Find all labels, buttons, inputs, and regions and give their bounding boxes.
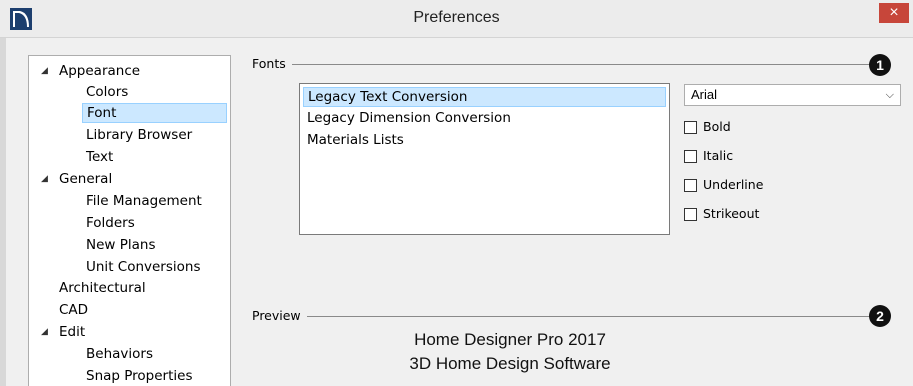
preview-line-2: 3D Home Design Software xyxy=(409,354,611,373)
bold-checkbox[interactable] xyxy=(684,121,697,134)
chevron-down-icon: ⌵ xyxy=(885,89,894,101)
fonts-group-line xyxy=(252,64,872,65)
italic-checkbox[interactable] xyxy=(684,150,697,163)
tree-item-edit[interactable]: Edit xyxy=(59,322,85,342)
expand-caret-icon[interactable]: ◢ xyxy=(41,174,48,184)
tree-item-snap-properties[interactable]: Snap Properties xyxy=(86,366,192,386)
list-item[interactable]: Legacy Text Conversion xyxy=(303,87,666,107)
tree-item-appearance[interactable]: Appearance xyxy=(59,61,140,81)
preview-group-line xyxy=(252,316,872,317)
category-tree[interactable]: ◢ Appearance Colors Font Library Browser… xyxy=(28,55,231,386)
underline-checkbox[interactable] xyxy=(684,179,697,192)
strikeout-checkbox[interactable] xyxy=(684,208,697,221)
fonts-group-label: Fonts xyxy=(252,56,292,71)
tree-item-text[interactable]: Text xyxy=(86,147,113,167)
underline-option[interactable]: Underline xyxy=(684,177,763,195)
window-left-edge xyxy=(0,38,6,386)
title-bar: Preferences × xyxy=(0,0,913,38)
expand-caret-icon[interactable]: ◢ xyxy=(41,327,48,337)
list-item[interactable]: Materials Lists xyxy=(303,130,404,150)
tree-item-cad[interactable]: CAD xyxy=(59,300,88,320)
list-item[interactable]: Legacy Dimension Conversion xyxy=(303,108,511,128)
callout-marker-2: 2 xyxy=(869,305,891,327)
bold-label: Bold xyxy=(703,119,731,134)
tree-item-file-management[interactable]: File Management xyxy=(86,191,202,211)
callout-marker-1: 1 xyxy=(869,54,891,76)
tree-item-architectural[interactable]: Architectural xyxy=(59,278,146,298)
tree-item-colors[interactable]: Colors xyxy=(86,82,128,102)
font-name-value: Arial xyxy=(691,87,718,102)
font-category-list[interactable]: Legacy Text Conversion Legacy Dimension … xyxy=(299,83,670,235)
tree-item-unit-conversions[interactable]: Unit Conversions xyxy=(86,257,201,277)
strikeout-label: Strikeout xyxy=(703,206,760,221)
tree-item-new-plans[interactable]: New Plans xyxy=(86,235,156,255)
font-name-select[interactable]: Arial ⌵ xyxy=(684,84,901,106)
italic-label: Italic xyxy=(703,148,734,163)
window-title: Preferences xyxy=(413,9,500,26)
tree-item-font[interactable]: Font xyxy=(82,103,227,123)
close-button[interactable]: × xyxy=(879,3,909,23)
italic-option[interactable]: Italic xyxy=(684,148,733,166)
preview-line-1: Home Designer Pro 2017 xyxy=(414,330,606,349)
strikeout-option[interactable]: Strikeout xyxy=(684,206,759,224)
expand-caret-icon[interactable]: ◢ xyxy=(41,66,48,76)
tree-item-general[interactable]: General xyxy=(59,169,112,189)
underline-label: Underline xyxy=(703,177,764,192)
tree-item-behaviors[interactable]: Behaviors xyxy=(86,344,153,364)
preview-group-label: Preview xyxy=(252,308,307,323)
tree-item-library-browser[interactable]: Library Browser xyxy=(86,125,192,145)
bold-option[interactable]: Bold xyxy=(684,119,731,137)
tree-item-folders[interactable]: Folders xyxy=(86,213,135,233)
